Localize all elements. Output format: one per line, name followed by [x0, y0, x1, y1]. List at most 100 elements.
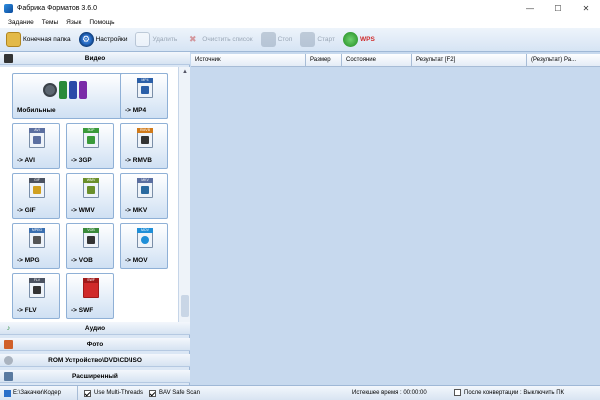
bav-label: BAV Safe Scan [159, 390, 200, 396]
3gp-icon: 3GP [83, 128, 99, 148]
disc-icon [4, 356, 13, 365]
wps-label: WPS [359, 36, 375, 43]
tile-flv[interactable]: FLV -> FLV [12, 273, 60, 319]
tile-avi-label: -> AVI [17, 157, 35, 164]
flv-icon: FLV [29, 278, 45, 298]
tile-mp4[interactable]: MP4 -> MP4 [120, 73, 168, 119]
remove-button[interactable]: Удалить [135, 30, 177, 50]
menu-help[interactable]: Помощь [89, 19, 114, 26]
tile-swf[interactable]: SWF -> SWF [66, 273, 114, 319]
tile-mpg-label: -> MPG [17, 257, 40, 264]
video-icon [4, 54, 13, 63]
wps-icon [342, 32, 358, 47]
tile-vob-label: -> VOB [71, 257, 93, 264]
bav-checkbox[interactable]: BAV Safe Scan [149, 389, 200, 397]
app-icon [4, 3, 13, 13]
menu-bar: Задание Темы Язык Помощь [0, 16, 600, 28]
advanced-category-label: Расширенный [72, 372, 118, 380]
tile-3gp[interactable]: 3GP -> 3GP [66, 123, 114, 169]
audio-category-label: Аудио [84, 324, 106, 332]
audio-category-header[interactable]: ♪ Аудио [0, 322, 190, 335]
tile-mov[interactable]: MOV -> MOV [120, 223, 168, 269]
tools-icon [4, 372, 13, 381]
tile-avi[interactable]: AVI -> AVI [12, 123, 60, 169]
task-list-header: Источник Размер Состояние Результат [F2]… [191, 54, 600, 67]
photo-category-label: Фото [86, 340, 104, 348]
tile-mkv-label: -> MKV [125, 207, 148, 214]
mp4-icon: MP4 [137, 78, 153, 98]
rom-category-label: ROM Устройство\DVD\CD\ISO [48, 356, 142, 364]
after-convert-check[interactable] [454, 389, 461, 396]
tile-vob[interactable]: VOB -> VOB [66, 223, 114, 269]
multithreads-label: Use Multi-Threads [94, 390, 144, 396]
remove-label: Удалить [152, 36, 178, 43]
col-size[interactable]: Размер [306, 54, 342, 67]
output-folder-button[interactable]: Конечная папка [6, 30, 71, 50]
rom-category-header[interactable]: ROM Устройство\DVD\CD\ISO [0, 354, 190, 367]
advanced-category-header[interactable]: Расширенный [0, 370, 190, 383]
tile-rmvb[interactable]: RMVB -> RMVB [120, 123, 168, 169]
settings-button[interactable]: ⚙ Настройки [78, 30, 128, 50]
mov-icon: MOV [137, 228, 153, 248]
tile-wmv[interactable]: WMV -> WMV [66, 173, 114, 219]
clear-list-label: Очистить список [202, 36, 253, 43]
clear-icon: ✖ [189, 34, 197, 44]
menu-skins[interactable]: Темы [42, 19, 58, 26]
mpg-icon: MPEG [29, 228, 45, 248]
toolbar: Конечная папка ⚙ Настройки Удалить ✖ Очи… [0, 28, 600, 52]
format-grid: Мобильные MP4 -> MP4 AVI -> AVI 3GP -> 3… [0, 67, 178, 331]
tile-mov-label: -> MOV [125, 257, 148, 264]
maximize-button[interactable]: ☐ [544, 0, 572, 16]
tile-swf-label: -> SWF [71, 307, 94, 314]
col-result-size[interactable]: (Результат) Ра... [527, 54, 600, 67]
window-controls: — ☐ ✕ [516, 0, 600, 16]
tile-mobile-label: Мобильные [17, 107, 56, 114]
scroll-up-icon[interactable]: ▲ [179, 67, 191, 77]
settings-label: Настройки [95, 36, 128, 43]
status-bar: E:\Закачки\Кодер Use Multi-Threads BAV S… [0, 385, 600, 400]
col-result[interactable]: Результат [F2] [412, 54, 527, 67]
start-button[interactable]: Старт [300, 30, 335, 50]
tile-gif-label: -> GIF [17, 207, 36, 214]
start-icon [300, 32, 316, 47]
task-list[interactable]: Источник Размер Состояние Результат [F2]… [191, 52, 600, 385]
tile-3gp-label: -> 3GP [71, 157, 92, 164]
tile-mp4-label: -> MP4 [125, 107, 147, 114]
wps-button[interactable]: WPS [342, 30, 375, 50]
bav-check[interactable] [149, 389, 157, 397]
photo-category-header[interactable]: Фото [0, 338, 190, 351]
clear-list-button[interactable]: ✖ Очистить список [185, 30, 253, 50]
minimize-button[interactable]: — [516, 0, 544, 16]
scroll-thumb[interactable] [181, 295, 189, 317]
menu-language[interactable]: Язык [66, 19, 81, 26]
tile-mpg[interactable]: MPEG -> MPG [12, 223, 60, 269]
tile-flv-label: -> FLV [17, 307, 37, 314]
multithreads-checkbox[interactable]: Use Multi-Threads [84, 389, 144, 397]
folder-icon [6, 32, 21, 47]
after-convert-checkbox[interactable]: После конвертации : Выключить ПК [454, 389, 564, 396]
category-panel: Видео Мобильные MP4 -> MP4 AVI -> AVI 3G… [0, 52, 190, 385]
tile-gif[interactable]: GIF -> GIF [12, 173, 60, 219]
col-source[interactable]: Источник [191, 54, 306, 67]
window-title: Фабрика Форматов 3.6.0 [17, 4, 97, 12]
start-label: Старт [317, 36, 335, 43]
stop-label: Стоп [277, 36, 293, 43]
col-state[interactable]: Состояние [342, 54, 412, 67]
vob-icon: VOB [83, 228, 99, 248]
output-path[interactable]: E:\Закачки\Кодер [0, 385, 78, 400]
wmv-icon: WMV [83, 178, 99, 198]
title-bar: Фабрика Форматов 3.6.0 — ☐ ✕ [0, 0, 600, 16]
document-icon [135, 32, 151, 47]
video-category-header[interactable]: Видео [0, 52, 190, 65]
avi-icon: AVI [29, 128, 45, 148]
tile-wmv-label: -> WMV [71, 207, 95, 214]
gif-icon: GIF [29, 178, 45, 198]
multithreads-check[interactable] [84, 389, 91, 397]
category-scrollbar[interactable]: ▲ ▼ [178, 67, 190, 331]
stop-button[interactable]: Стоп [260, 30, 293, 50]
tile-mkv[interactable]: MKV -> MKV [120, 173, 168, 219]
menu-task[interactable]: Задание [8, 19, 34, 26]
close-button[interactable]: ✕ [572, 0, 600, 16]
photo-icon [4, 340, 13, 349]
audio-icon: ♪ [6, 325, 11, 332]
